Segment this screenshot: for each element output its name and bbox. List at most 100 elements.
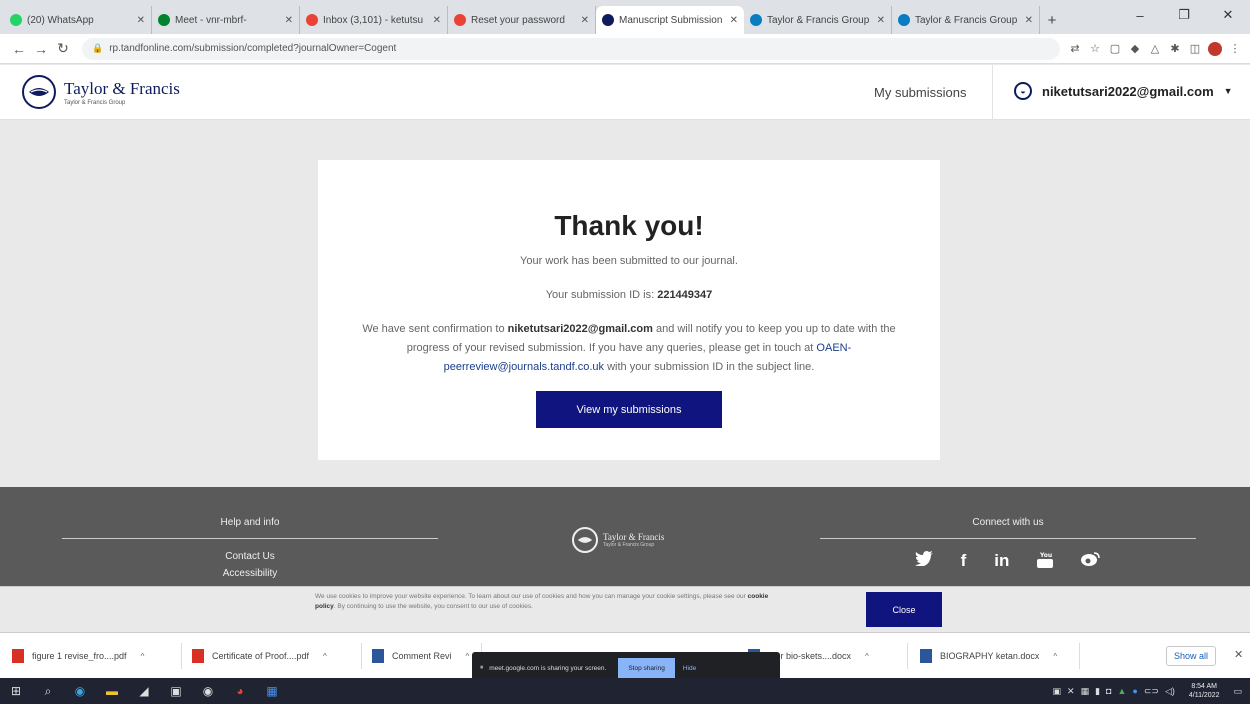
youtube-icon[interactable]: You [1037,551,1054,573]
tray-icon[interactable]: ● [1132,686,1137,696]
footer-divider [820,538,1196,539]
stop-sharing-button[interactable]: Stop sharing [618,658,675,678]
footer-logo[interactable]: Taylor & Francis Taylor & Francis Group [572,527,664,553]
store-icon[interactable]: ▣ [160,678,192,704]
browser-tab[interactable]: Taylor & Francis Group ✕ [892,6,1040,34]
tray-icon[interactable]: ▮ [1095,686,1100,697]
close-downloads-icon[interactable]: ✕ [1234,648,1243,661]
tab-favicon-icon [898,14,910,26]
extension-icon[interactable]: ▢ [1108,42,1122,56]
edge-icon[interactable]: ◉ [64,678,96,704]
forward-icon[interactable]: → [30,41,52,57]
close-tab-icon[interactable]: ✕ [581,15,589,26]
my-submissions-link[interactable]: My submissions [874,85,966,100]
submission-id-label: Your submission ID is: [545,289,655,301]
close-window-button[interactable]: ✕ [1206,0,1250,30]
contact-us-link[interactable]: Contact Us [62,551,438,562]
app-icon[interactable]: ◉ [192,678,224,704]
network-icon[interactable]: ⊂⊃ [1144,686,1159,697]
close-tab-icon[interactable]: ✕ [137,15,145,26]
chevron-up-icon[interactable]: ^ [141,652,145,661]
download-item[interactable]: Comment Revi ^ [372,643,482,669]
download-item[interactable]: figure 1 revise_fro....pdf ^ [12,643,182,669]
reload-icon[interactable]: ↻ [52,40,74,57]
browser-tab[interactable]: (20) WhatsApp ✕ [4,6,152,34]
maximize-button[interactable]: ❐ [1162,0,1206,30]
close-tab-icon[interactable]: ✕ [730,15,738,26]
close-tab-icon[interactable]: ✕ [1025,15,1033,26]
download-filename: Comment Revi [392,651,452,661]
word-file-icon [372,649,384,663]
browser-tab[interactable]: Taylor & Francis Group ✕ [744,6,892,34]
download-item[interactable]: Certificate of Proof....pdf ^ [192,643,362,669]
file-explorer-icon[interactable]: ▬ [96,678,128,704]
browser-tab[interactable]: Inbox (3,101) - ketutsu ✕ [300,6,448,34]
close-tab-icon[interactable]: ✕ [433,15,441,26]
chevron-up-icon[interactable]: ^ [865,652,869,661]
logo-emblem-icon [572,527,598,553]
chevron-up-icon[interactable]: ^ [1053,652,1057,661]
help-heading: Help and info [220,517,280,528]
close-tab-icon[interactable]: ✕ [877,15,885,26]
svg-text:You: You [1039,552,1052,559]
tab-favicon-icon [306,14,318,26]
tab-favicon-icon [10,14,22,26]
browser-tab[interactable]: Meet - vnr-mbrf- ✕ [152,6,300,34]
profile-avatar-icon[interactable] [1208,41,1222,56]
tab-title: Manuscript Submission [619,14,723,26]
para-text: We have sent confirmation to [362,323,505,335]
new-tab-button[interactable]: + [1040,6,1064,34]
view-submissions-button[interactable]: View my submissions [536,391,722,428]
browser-tab[interactable]: Manuscript Submission ✕ [596,6,744,34]
weibo-icon[interactable] [1081,551,1101,573]
footer-logo-subtitle: Taylor & Francis Group [603,542,655,548]
tray-icon[interactable]: ▣ [1053,686,1062,697]
clock-date: 4/11/2022 [1188,692,1220,699]
close-tab-icon[interactable]: ✕ [285,15,293,26]
tab-title: Taylor & Francis Group [915,14,1018,26]
pause-icon: ⏸ [480,664,484,671]
extensions-puzzle-icon[interactable]: ✱ [1168,42,1182,56]
tray-icon[interactable]: ▲ [1117,686,1126,696]
social-links: f in You [820,551,1196,573]
show-all-downloads-button[interactable]: Show all [1166,646,1216,666]
address-bar-row: ← → ↻ 🔒 rp.tandfonline.com/submission/co… [0,34,1250,64]
windows-start-icon[interactable]: ⊞ [0,678,32,704]
site-logo[interactable]: Taylor & Francis Taylor & Francis Group [22,75,180,109]
download-filename: Certificate of Proof....pdf [212,651,310,661]
back-icon[interactable]: ← [8,41,30,57]
cookie-text: We use cookies to improve your website e… [315,592,785,612]
extension-icon[interactable]: ◆ [1128,42,1142,56]
menu-icon[interactable]: ⋮ [1228,42,1242,56]
browser-tab[interactable]: Reset your password ✕ [448,6,596,34]
user-menu[interactable]: ◒ niketutsari2022@gmail.com ▼ [1014,82,1233,100]
tray-icon[interactable]: ✕ [1067,686,1075,697]
url-bar[interactable]: 🔒 rp.tandfonline.com/submission/complete… [82,37,1060,60]
sidebar-icon[interactable]: ◫ [1188,42,1202,56]
hide-button[interactable]: Hide [683,665,696,672]
confirmation-email: niketutsari2022@gmail.com [507,323,653,335]
connect-column: Connect with us f in You [820,517,1196,573]
linkedin-icon[interactable]: in [994,551,1009,573]
chevron-up-icon[interactable]: ^ [323,652,327,661]
download-item[interactable]: BIOGRAPHY ketan.docx ^ [920,643,1080,669]
cookie-close-button[interactable]: Close [866,592,942,627]
volume-icon[interactable]: ◁) [1165,686,1175,697]
footer-divider [62,538,438,539]
app-icon[interactable]: ◢ [128,678,160,704]
extension-icon[interactable]: △ [1148,42,1162,56]
bookmark-star-icon[interactable]: ☆ [1088,42,1102,56]
translate-icon[interactable]: ⇄ [1068,42,1082,56]
chevron-up-icon[interactable]: ^ [466,652,470,661]
facebook-icon[interactable]: f [961,551,967,573]
minimize-button[interactable]: – [1118,0,1162,30]
accessibility-link[interactable]: Accessibility [62,568,438,579]
tray-icon[interactable]: ▦ [1081,686,1090,697]
twitter-icon[interactable] [914,551,933,573]
notification-icon[interactable]: ▭ [1233,686,1242,697]
search-icon[interactable]: ⌕ [32,678,64,704]
tray-icon[interactable]: ◘ [1106,686,1111,696]
clock[interactable]: 8:54 AM 4/11/2022 [1189,682,1220,700]
chrome-icon[interactable]: ◕ [224,678,256,704]
word-icon[interactable]: ▦ [256,678,288,704]
